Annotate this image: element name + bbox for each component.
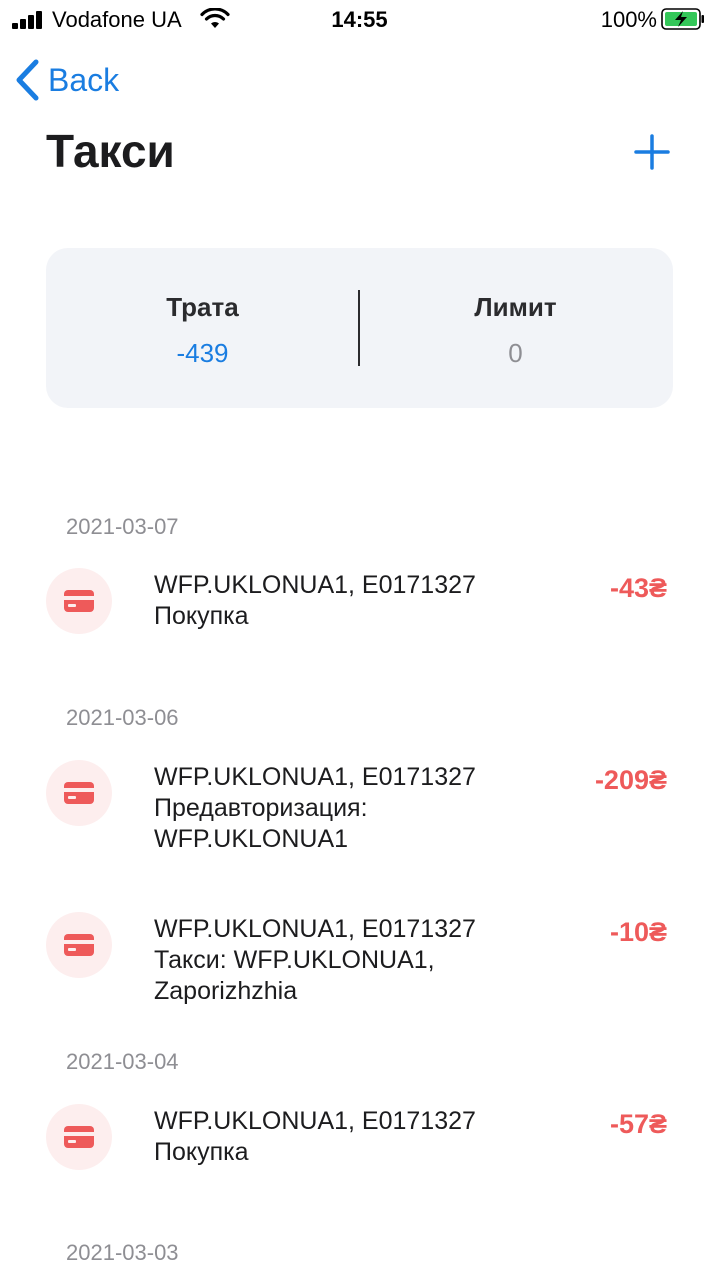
card-icon bbox=[64, 934, 94, 956]
spend-label: Трата bbox=[166, 292, 239, 322]
card-icon bbox=[64, 782, 94, 804]
transaction-details: WFP.UKLONUA1, E0171327 Покупка bbox=[154, 570, 554, 632]
transaction-merchant: WFP.UKLONUA1, E0171327 bbox=[154, 763, 476, 791]
back-label: Back bbox=[48, 61, 120, 98]
card-icon bbox=[64, 590, 94, 612]
transaction-details: WFP.UKLONUA1, E0171327 Предавторизация: … bbox=[154, 762, 554, 855]
date-header: 2021-03-04 bbox=[66, 1049, 179, 1074]
date-header: 2021-03-07 bbox=[66, 514, 179, 539]
battery-percentage: 100% bbox=[600, 7, 657, 32]
transaction-description: Предавторизация: bbox=[154, 794, 368, 822]
limit-label: Лимит bbox=[474, 292, 557, 322]
transaction-row[interactable]: WFP.UKLONUA1, E0171327 Такси: WFP.UKLONU… bbox=[0, 904, 719, 1024]
transaction-icon bbox=[46, 912, 112, 978]
transaction-amount: -43₴ bbox=[609, 573, 667, 603]
spend-summary: Трата -439 bbox=[46, 248, 359, 408]
transaction-icon bbox=[46, 568, 112, 634]
chevron-left-icon bbox=[16, 59, 39, 101]
status-bar: Vodafone UA 14:55 100% bbox=[0, 0, 719, 40]
transaction-merchant: WFP.UKLONUA1, E0171327 bbox=[154, 571, 476, 599]
spend-value: -439 bbox=[176, 338, 229, 368]
transaction-icon bbox=[46, 760, 112, 826]
date-header: 2021-03-06 bbox=[66, 705, 179, 730]
transaction-merchant: WFP.UKLONUA1, E0171327 bbox=[154, 915, 476, 943]
add-button[interactable] bbox=[630, 130, 674, 174]
transaction-icon bbox=[46, 1104, 112, 1170]
page-title: Такси bbox=[46, 125, 175, 177]
date-header: 2021-03-03 bbox=[66, 1240, 179, 1265]
transaction-description: Покупка bbox=[154, 602, 249, 630]
transaction-merchant: WFP.UKLONUA1, E0171327 bbox=[154, 1107, 476, 1135]
back-button[interactable]: Back bbox=[14, 56, 119, 104]
transaction-amount: -209₴ bbox=[594, 765, 667, 795]
transaction-row[interactable]: WFP.UKLONUA1, E0171327 Покупка -57₴ bbox=[0, 1096, 719, 1186]
transaction-description: Покупка bbox=[154, 1138, 249, 1166]
limit-value: 0 bbox=[508, 338, 523, 368]
battery-charging-icon bbox=[661, 8, 704, 30]
limit-summary: Лимит 0 bbox=[359, 248, 672, 408]
transaction-description-line2: WFP.UKLONUA1 bbox=[154, 825, 349, 853]
transaction-details: WFP.UKLONUA1, E0171327 Такси: WFP.UKLONU… bbox=[154, 914, 554, 1007]
transaction-amount: -10₴ bbox=[609, 917, 667, 947]
transaction-description: Такси: WFP.UKLONUA1, bbox=[154, 946, 435, 974]
transaction-row[interactable]: WFP.UKLONUA1, E0171327 Покупка -43₴ bbox=[0, 560, 719, 650]
plus-icon bbox=[634, 134, 670, 170]
transaction-details: WFP.UKLONUA1, E0171327 Покупка bbox=[154, 1106, 554, 1168]
transaction-row[interactable]: WFP.UKLONUA1, E0171327 Предавторизация: … bbox=[0, 752, 719, 872]
transaction-amount: -57₴ bbox=[609, 1109, 667, 1139]
card-icon bbox=[64, 1126, 94, 1148]
transaction-description-line2: Zaporizhzhia bbox=[154, 977, 298, 1005]
summary-card: Трата -439 Лимит 0 bbox=[46, 248, 673, 408]
